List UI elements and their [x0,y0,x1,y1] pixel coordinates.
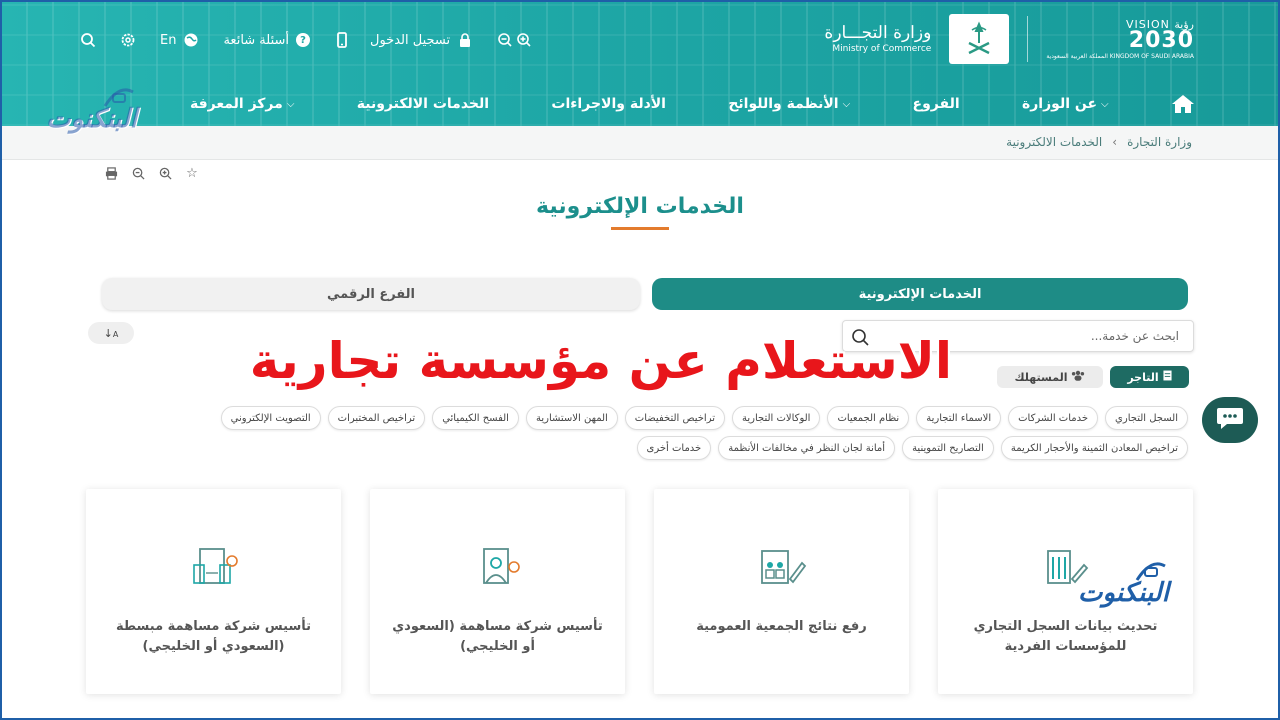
simplified-company-icon [182,545,246,593]
lock-icon [457,32,473,48]
zoom-in-icon[interactable] [158,166,172,180]
users-icon [1071,370,1085,384]
zoom-controls[interactable] [497,32,532,48]
zoom-out-icon[interactable] [131,166,145,180]
nav-regulations[interactable]: الأنظمة واللوائح ⌵ [728,96,850,112]
site-header: En أسئلة شائعة ? تسجيل الدخول وزارة التج… [0,0,1280,126]
category-chip[interactable]: الوكالات التجارية [732,406,821,430]
tab-eservices[interactable]: الخدمات الإلكترونية [652,278,1188,310]
faq-link[interactable]: أسئلة شائعة ? [223,33,310,48]
category-chip[interactable]: التصاريح التموينية [902,436,994,460]
category-chip[interactable]: خدمات أخرى [636,436,712,460]
service-card[interactable]: تأسيس شركة مساهمة (السعودي أو الخليجي) [370,489,625,694]
category-chip[interactable]: نظام الجمعيات [827,406,910,430]
zoom-in-icon[interactable] [516,32,532,48]
audience-consumer-button[interactable]: المستهلك [997,366,1103,388]
chevron-down-icon: ⌵ [286,98,295,110]
title-underline [611,227,669,230]
audience-merchant-button[interactable]: التاجر [1110,366,1189,388]
question-icon: ? [296,33,310,47]
overlay-headline: الاستعلام عن مؤسسة تجارية [249,332,952,390]
document-icon [1163,370,1172,384]
watermark-logo: البنكنوت [46,86,137,134]
breadcrumb: وزارة التجارة ‹ الخدمات الالكترونية [1006,135,1192,149]
sort-button[interactable]: ↓A [88,322,134,344]
login-label: تسجيل الدخول [370,32,451,48]
assembly-results-icon [750,545,814,593]
nav-guides-procedures[interactable]: الأدلة والاجراءات [551,96,666,112]
category-chip[interactable]: تراخيص التخفيضات [624,406,726,430]
service-card-title: رفع نتائج الجمعية العمومية [696,619,867,634]
category-chip[interactable]: تراخيص المعادن الثمينة والأحجار الكريمة [1000,436,1188,460]
sort-az-icon: ↓A [103,326,119,340]
favorite-star-icon[interactable]: ☆ [185,166,199,181]
language-label: En [160,32,177,48]
category-chip[interactable]: تراخيص المختبرات [327,406,426,430]
service-card[interactable]: رفع نتائج الجمعية العمومية [654,489,909,694]
category-chip[interactable]: أمانة لجان النظر في مخالفات الأنظمة [718,436,896,460]
nav-branches[interactable]: الفروع [913,96,960,112]
ministry-name[interactable]: وزارة التجـــارة Ministry of Commerce [824,23,931,54]
category-chip[interactable]: السجل التجاري [1105,406,1188,430]
service-card-title: تأسيس شركة مساهمة (السعودي أو الخليجي) [392,619,603,654]
faq-label: أسئلة شائعة [223,32,289,48]
page-title: الخدمات الإلكترونية [536,194,744,219]
category-chip[interactable]: الفسح الكيميائي [432,406,519,430]
chat-bubble-icon [1216,406,1244,434]
globe-icon [183,32,199,48]
print-icon[interactable] [104,166,118,180]
zoom-out-icon[interactable] [497,32,513,48]
page-tools: ☆ [104,166,199,181]
category-chip[interactable]: التصويت الإلكتروني [220,406,321,430]
nav-home-icon[interactable] [1171,94,1195,114]
chevron-left-icon: ‹ [1112,135,1118,149]
search-icon[interactable] [80,32,96,48]
service-card-title: تأسيس شركة مساهمة مبسطة (السعودي أو الخل… [115,619,312,654]
category-chip[interactable]: خدمات الشركات [1008,406,1099,430]
settings-gear-icon[interactable] [120,32,136,48]
nav-knowledge-center[interactable]: مركز المعرفة ⌵ [190,96,294,112]
chat-button[interactable] [1202,397,1258,443]
category-chips-row2: تراخيص المعادن الثمينة والأحجار الكريمة … [178,436,1188,460]
login-link[interactable]: تسجيل الدخول [370,32,473,48]
category-chips-row1: السجل التجاري خدمات الشركات الاسماء التج… [178,406,1188,430]
chevron-down-icon: ⌵ [1101,98,1109,110]
category-chip[interactable]: الاسماء التجارية [916,406,1002,430]
nav-eservices[interactable]: الخدمات الالكترونية [357,96,489,112]
joint-stock-company-icon [466,545,530,593]
service-card[interactable]: تأسيس شركة مساهمة مبسطة (السعودي أو الخل… [86,489,341,694]
tab-digital-branch[interactable]: الفرع الرقمي [102,278,640,310]
nav-about-ministry[interactable]: عن الوزارة ⌵ [1022,96,1109,112]
saudi-emblem-logo [949,14,1010,64]
mobile-app-icon[interactable] [334,32,350,48]
category-chip[interactable]: المهن الاستشارية [525,406,618,430]
language-switch[interactable]: En [160,32,199,48]
breadcrumb-current: الخدمات الالكترونية [1006,135,1103,149]
breadcrumb-home[interactable]: وزارة التجارة [1127,135,1192,149]
chevron-down-icon: ⌵ [842,98,851,110]
header-logos: وزارة التجـــارة Ministry of Commerce VI… [824,12,1194,66]
service-card-title: تحديث بيانات السجل التجاري للمؤسسات الفر… [973,619,1158,654]
breadcrumb-bar: وزارة التجارة ‹ الخدمات الالكترونية [0,126,1280,160]
watermark-logo: البنكنوت [1078,560,1169,608]
main-nav: عن الوزارة ⌵ الفروع الأنظمة واللوائح ⌵ الأ… [190,90,1195,118]
vision-2030-logo: VISION رؤية 2030 المملكة العربية السعودي… [1046,17,1194,60]
